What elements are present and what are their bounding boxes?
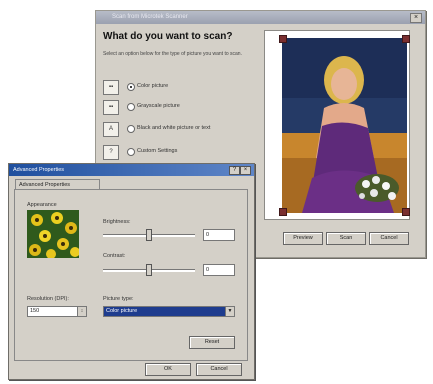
scan-titlebar[interactable]: Scan from Microtek Scanner × <box>96 11 425 24</box>
scan-heading: What do you want to scan? <box>103 31 233 42</box>
brightness-field[interactable]: 0 <box>203 229 235 241</box>
scan-button[interactable]: Scan <box>326 232 366 245</box>
resolution-field[interactable]: 150 ↕ <box>27 306 87 317</box>
color-picture-radio[interactable] <box>127 83 135 91</box>
crop-handle-bottom-right[interactable] <box>402 208 410 216</box>
picture-type-dropdown[interactable]: Color picture ▼ <box>103 306 235 317</box>
option-label: Black and white picture or text <box>137 125 211 131</box>
grayscale-picture-icon: ▪▪ <box>103 100 119 115</box>
brightness-slider-thumb[interactable] <box>146 229 152 241</box>
close-icon[interactable]: × <box>240 166 251 175</box>
resolution-value: 150 <box>30 308 40 314</box>
spin-arrows-icon[interactable]: ↕ <box>77 307 86 316</box>
custom-settings-radio[interactable] <box>127 148 135 156</box>
appearance-preview-image <box>27 210 79 258</box>
option-custom-settings[interactable]: ? Custom Settings <box>103 145 273 161</box>
cancel-button[interactable]: Cancel <box>196 363 242 376</box>
preview-button[interactable]: Preview <box>283 232 323 245</box>
advanced-titlebar[interactable]: Advanced Properties ? × <box>9 164 254 176</box>
picture-type-label: Picture type: <box>103 296 134 302</box>
option-grayscale-picture[interactable]: ▪▪ Grayscale picture <box>103 100 273 116</box>
contrast-label: Contrast: <box>103 253 126 259</box>
crop-handle-bottom-left[interactable] <box>279 208 287 216</box>
scan-title: Scan from Microtek Scanner <box>112 14 188 20</box>
bw-text-icon: A <box>103 122 119 137</box>
option-label: Custom Settings <box>137 148 178 154</box>
resolution-label: Resolution (DPI): <box>27 296 69 302</box>
contrast-slider-thumb[interactable] <box>146 264 152 276</box>
close-icon[interactable]: × <box>410 13 422 23</box>
custom-settings-icon: ? <box>103 145 119 160</box>
picture-type-value: Color picture <box>106 308 138 314</box>
brightness-label: Brightness: <box>103 219 131 225</box>
help-icon[interactable]: ? <box>229 166 240 175</box>
advanced-title: Advanced Properties <box>13 167 65 173</box>
appearance-label: Appearance <box>27 202 57 208</box>
contrast-field[interactable]: 0 <box>203 264 235 276</box>
option-label: Color picture <box>137 83 169 89</box>
ok-button[interactable]: OK <box>145 363 191 376</box>
crop-handle-top-left[interactable] <box>279 35 287 43</box>
bw-text-radio[interactable] <box>127 125 135 133</box>
cancel-button[interactable]: Cancel <box>369 232 409 245</box>
option-bw-text[interactable]: A Black and white picture or text <box>103 122 273 138</box>
chevron-down-icon[interactable]: ▼ <box>225 307 234 316</box>
grayscale-picture-radio[interactable] <box>127 103 135 111</box>
option-color-picture[interactable]: ▪▪ Color picture <box>103 80 273 96</box>
crop-handle-top-right[interactable] <box>402 35 410 43</box>
reset-button[interactable]: Reset <box>189 336 235 349</box>
option-label: Grayscale picture <box>137 103 180 109</box>
scanned-photo <box>282 38 407 213</box>
color-picture-icon: ▪▪ <box>103 80 119 95</box>
scan-subtext: Select an option below for the type of p… <box>103 51 242 57</box>
